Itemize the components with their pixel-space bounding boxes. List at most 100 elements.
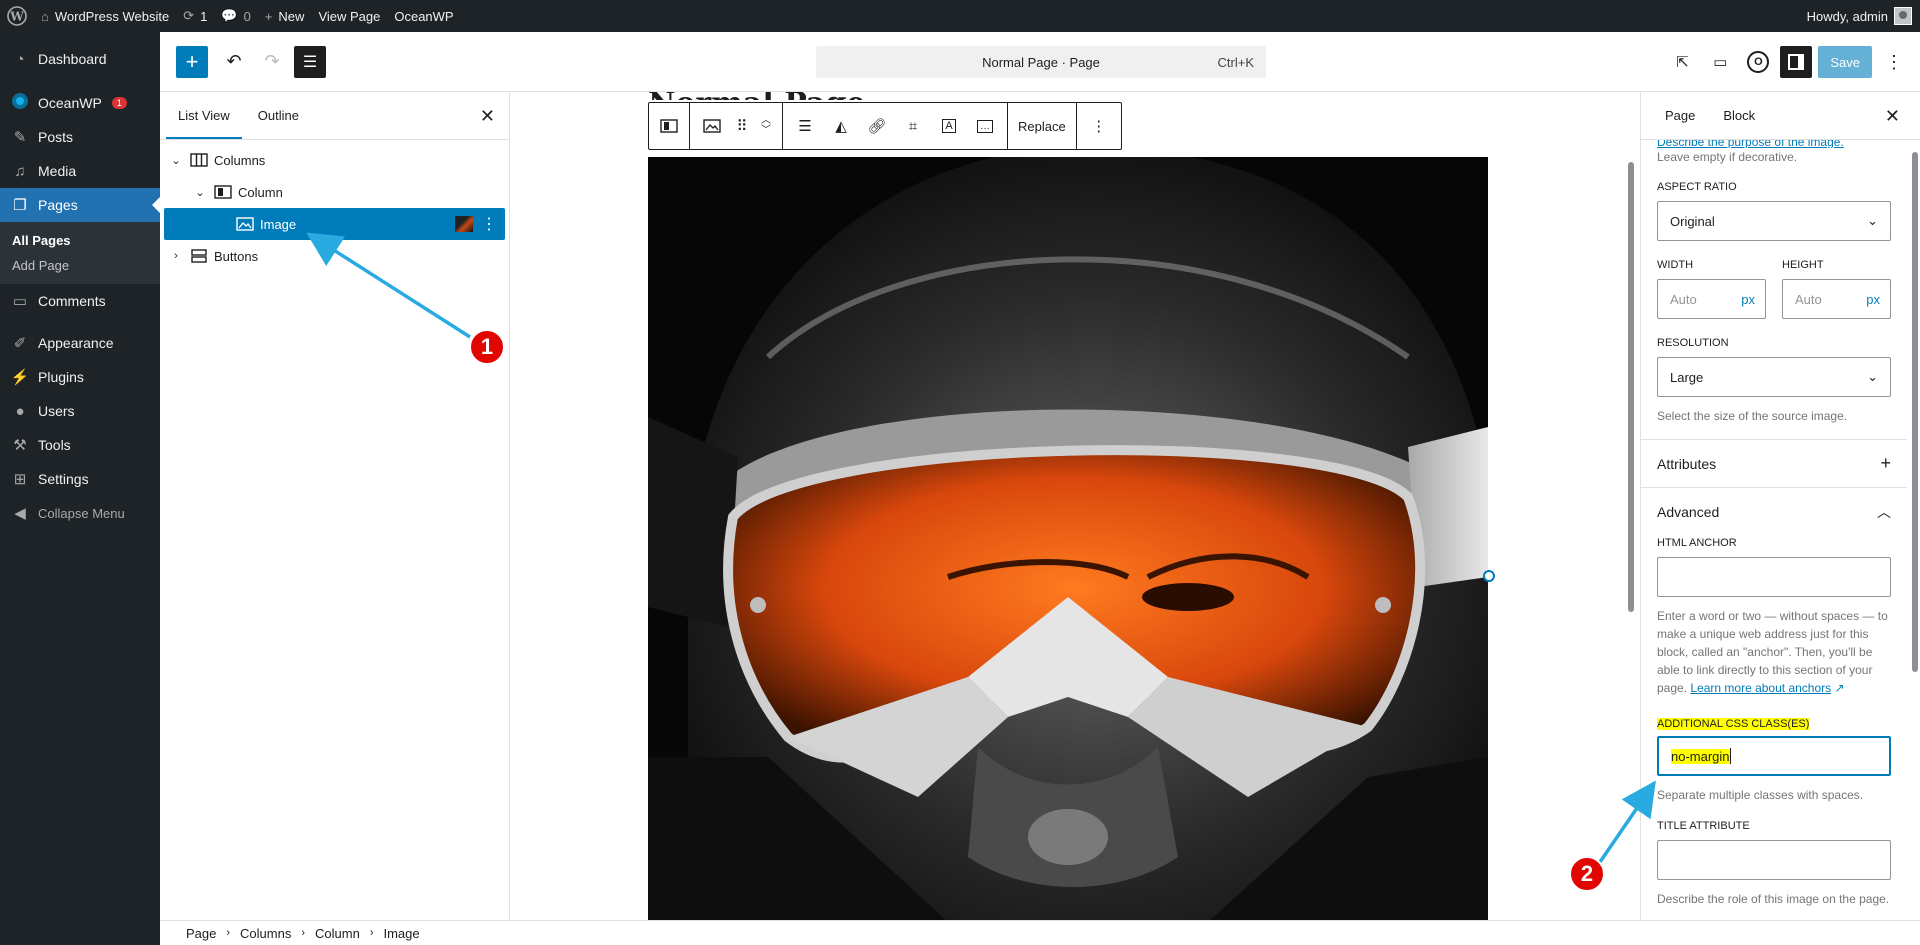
preview-button[interactable]: ▭: [1704, 46, 1736, 78]
alt-text-help-link[interactable]: Describe the purpose of the image.: [1657, 140, 1891, 148]
updates-count: 1: [200, 8, 208, 24]
tab-outline[interactable]: Outline: [246, 92, 311, 139]
menu-media[interactable]: ♫ Media: [0, 154, 160, 188]
menu-posts[interactable]: ✎ Posts: [0, 120, 160, 154]
page-heading[interactable]: Normal Page: [648, 92, 866, 100]
view-page-link[interactable]: View Page: [311, 0, 387, 32]
submenu-all-pages[interactable]: All Pages: [0, 228, 160, 253]
align-icon: ☰: [798, 118, 812, 135]
chevron-down-icon: ⌄: [1867, 213, 1878, 228]
width-unit[interactable]: px: [1741, 292, 1755, 307]
aspect-ratio-select[interactable]: Original ⌄: [1657, 201, 1891, 241]
oceanwp-icon: O: [1747, 51, 1770, 73]
refresh-icon: ⟳: [183, 8, 195, 23]
brush-icon: ✐: [13, 335, 27, 352]
options-button[interactable]: ⋮: [1878, 46, 1910, 78]
menu-users[interactable]: ● Users: [0, 394, 160, 428]
settings-sidebar-toggle[interactable]: [1780, 46, 1813, 78]
close-icon[interactable]: ✕: [1885, 106, 1900, 127]
select-parent-button[interactable]: [653, 108, 685, 144]
height-unit[interactable]: px: [1866, 292, 1880, 307]
caption-icon: …: [977, 119, 993, 133]
breadcrumb-page[interactable]: Page: [186, 926, 216, 941]
crop-button[interactable]: ⌗: [897, 108, 929, 144]
block-options-button[interactable]: ⋮: [1083, 108, 1115, 144]
tree-item-label: Image: [260, 216, 297, 232]
image-icon: [703, 119, 721, 133]
canvas-scrollbar[interactable]: [1628, 162, 1634, 612]
redo-button[interactable]: ↷: [256, 46, 288, 78]
aspect-ratio-value: Original: [1670, 213, 1715, 229]
tree-item-column[interactable]: ⌄ Column: [160, 176, 509, 208]
updates-link[interactable]: ⟳ 1: [176, 0, 214, 32]
attributes-panel-toggle[interactable]: Attributes +: [1641, 439, 1907, 487]
move-up-down-buttons[interactable]: ︿ ﹀: [756, 108, 776, 144]
resize-handle[interactable]: [1483, 570, 1495, 582]
site-name-link[interactable]: ⌂ WordPress Website: [34, 0, 176, 32]
wp-logo[interactable]: W: [0, 0, 34, 32]
tree-item-label: Buttons: [214, 248, 259, 264]
title-attribute-input[interactable]: [1657, 840, 1891, 880]
howdy-text: Howdy, admin: [1806, 8, 1888, 24]
oceanwp-link[interactable]: OceanWP: [387, 0, 460, 32]
advanced-panel-toggle[interactable]: Advanced ︿: [1641, 487, 1907, 535]
close-icon[interactable]: ✕: [480, 106, 495, 127]
menu-label: Settings: [38, 471, 89, 487]
menu-settings[interactable]: ⊞ Settings: [0, 462, 160, 496]
sidebar-scrollbar[interactable]: [1912, 152, 1918, 672]
breadcrumb-column[interactable]: Column: [315, 926, 360, 941]
list-view-icon: ☰: [302, 53, 318, 71]
my-account[interactable]: Howdy, admin: [1800, 0, 1920, 32]
breadcrumb-columns[interactable]: Columns: [240, 926, 291, 941]
width-placeholder: Auto: [1670, 291, 1697, 307]
new-content-link[interactable]: + New: [258, 0, 312, 32]
tree-item-buttons[interactable]: › Buttons: [160, 240, 509, 272]
width-input[interactable]: Auto px: [1657, 279, 1766, 319]
block-type-button[interactable]: [696, 108, 728, 144]
menu-oceanwp[interactable]: OceanWP 1: [0, 86, 160, 120]
document-overview-button[interactable]: ☰: [294, 45, 326, 78]
menu-label: Appearance: [38, 335, 114, 351]
height-input[interactable]: Auto px: [1782, 279, 1891, 319]
menu-plugins[interactable]: ⚡ Plugins: [0, 360, 160, 394]
block-inserter-button[interactable]: +: [176, 45, 208, 78]
menu-tools[interactable]: ⚒ Tools: [0, 428, 160, 462]
comments-link[interactable]: 💬 0: [214, 0, 257, 32]
image-block[interactable]: [648, 157, 1488, 920]
menu-dashboard[interactable]: ◔ Dashboard: [0, 42, 160, 76]
html-anchor-input[interactable]: [1657, 557, 1891, 597]
view-page-button[interactable]: ⇱: [1666, 46, 1698, 78]
text-overlay-button[interactable]: A: [933, 108, 965, 144]
link-button[interactable]: 🔗︎: [861, 108, 893, 144]
duotone-icon: ◭: [835, 118, 847, 135]
drag-handle[interactable]: ⠿: [732, 108, 752, 144]
chevron-down-icon[interactable]: ⌄: [168, 154, 184, 167]
tree-item-columns[interactable]: ⌄ Columns: [160, 144, 509, 176]
align-button[interactable]: ☰: [789, 108, 821, 144]
menu-comments[interactable]: ▭ Comments: [0, 284, 160, 318]
tree-item-image[interactable]: Image ⋮: [164, 208, 505, 240]
caption-button[interactable]: …: [969, 108, 1001, 144]
svg-text:W: W: [9, 10, 24, 24]
replace-button[interactable]: Replace: [1014, 108, 1070, 144]
tab-block[interactable]: Block: [1709, 108, 1769, 123]
chevron-down-icon[interactable]: ⌄: [192, 186, 208, 199]
redo-icon: ↷: [264, 51, 280, 71]
oceanwp-settings-button[interactable]: O: [1742, 46, 1774, 78]
more-vertical-icon[interactable]: ⋮: [481, 214, 497, 234]
chevron-down-icon[interactable]: ﹀: [761, 126, 771, 136]
resolution-select[interactable]: Large ⌄: [1657, 357, 1891, 397]
menu-pages[interactable]: ❐ Pages: [0, 188, 160, 222]
menu-appearance[interactable]: ✐ Appearance: [0, 326, 160, 360]
chevron-right-icon[interactable]: ›: [168, 250, 184, 262]
tab-page[interactable]: Page: [1651, 108, 1709, 123]
anchors-link[interactable]: Learn more about anchors: [1690, 681, 1831, 695]
duotone-button[interactable]: ◭: [825, 108, 857, 144]
css-class-input[interactable]: no-margin: [1657, 736, 1891, 776]
menu-collapse[interactable]: ◀ Collapse Menu: [0, 496, 160, 530]
command-palette-button[interactable]: Normal Page · Page Ctrl+K: [816, 46, 1266, 78]
save-button[interactable]: Save: [1818, 46, 1872, 78]
submenu-add-page[interactable]: Add Page: [0, 253, 160, 278]
undo-button[interactable]: ↶: [218, 46, 250, 78]
tab-list-view[interactable]: List View: [166, 92, 242, 139]
